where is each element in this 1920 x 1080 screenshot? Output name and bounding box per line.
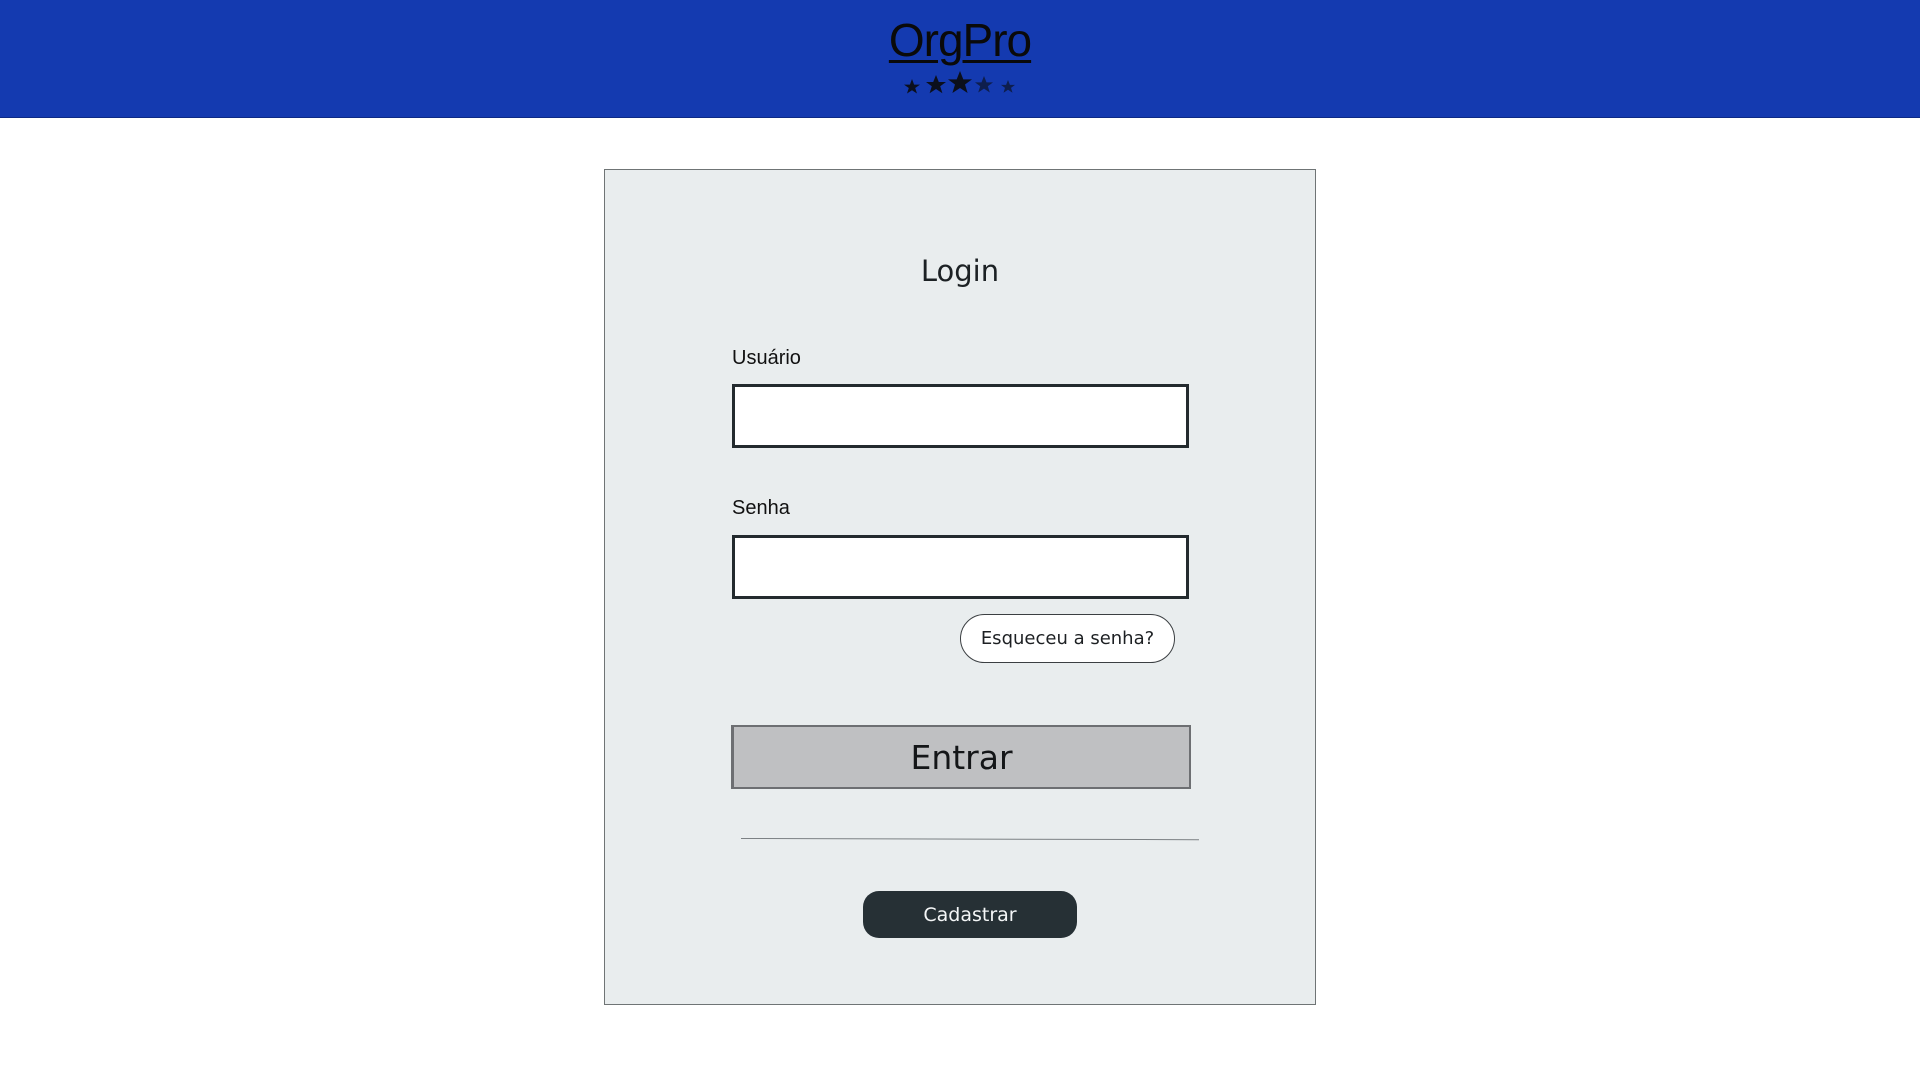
signup-button[interactable]: Cadastrar <box>863 891 1077 938</box>
star-icon <box>975 76 993 93</box>
brand-logo[interactable]: OrgPro <box>0 14 1920 67</box>
password-input[interactable] <box>732 535 1189 599</box>
enter-button[interactable]: Entrar <box>731 725 1191 789</box>
username-label: Usuário <box>732 347 801 369</box>
star-icon <box>1001 80 1015 93</box>
username-input[interactable] <box>732 384 1189 448</box>
rating-stars <box>900 70 1020 102</box>
star-icon <box>926 75 946 94</box>
divider <box>740 838 1199 841</box>
login-title: Login <box>920 254 1000 288</box>
password-label: Senha <box>732 497 790 519</box>
login-card: Login Usuário Senha Esqueceu a senha? En… <box>604 169 1316 1005</box>
star-icon <box>904 79 920 94</box>
star-icon <box>948 71 972 93</box>
top-header: OrgPro <box>0 0 1920 118</box>
forgot-password-button[interactable]: Esqueceu a senha? <box>960 614 1175 663</box>
